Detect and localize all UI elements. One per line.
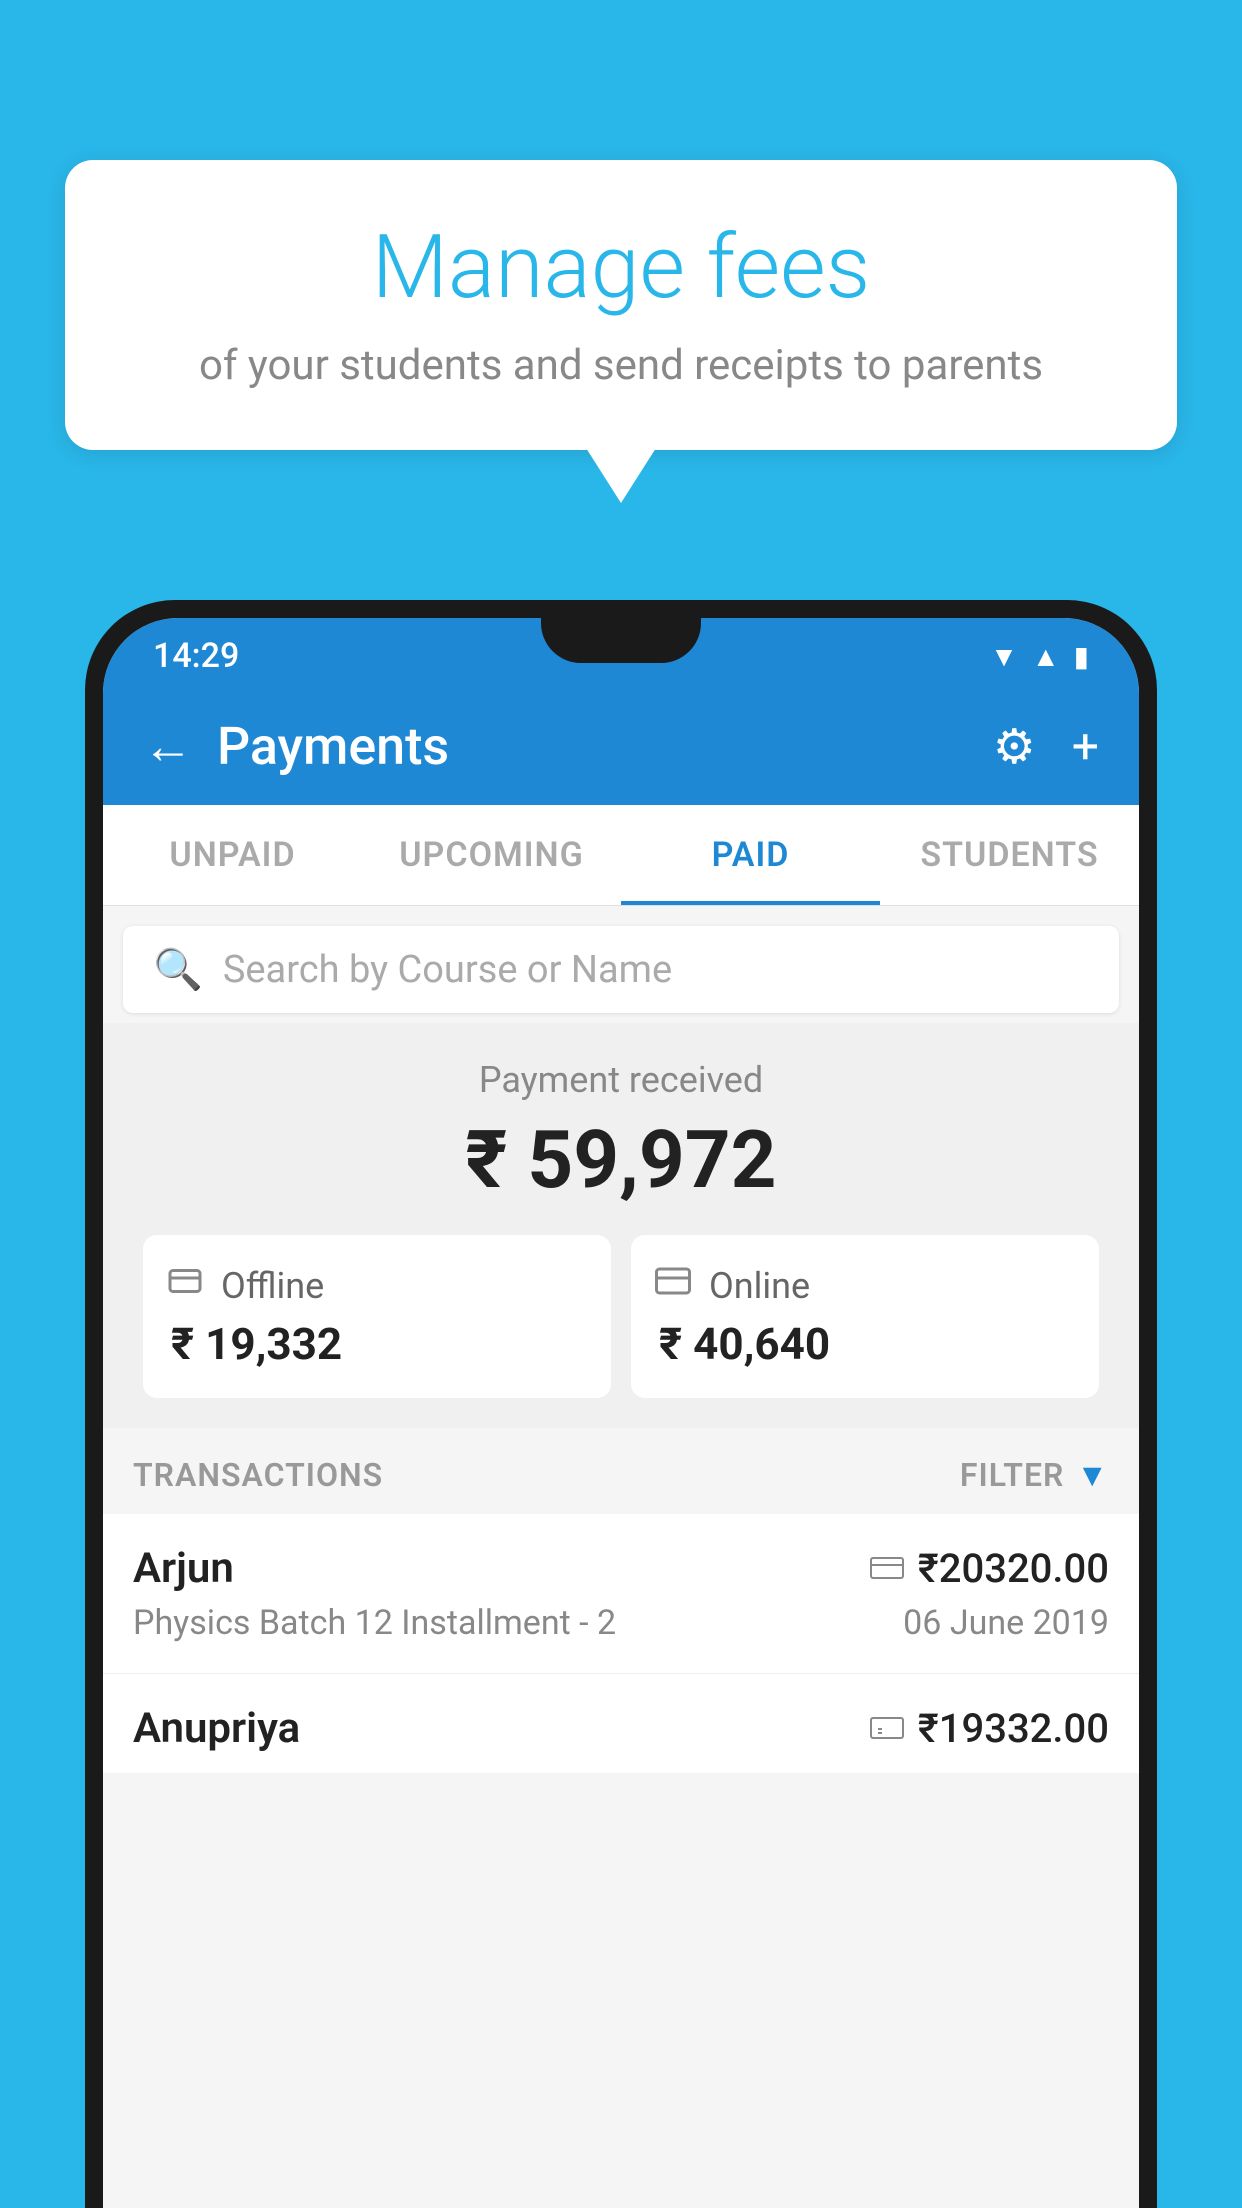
partial-transaction-amount: ₹19332.00 [918, 1705, 1109, 1752]
filter-button[interactable]: FILTER ▼ [960, 1456, 1109, 1494]
search-placeholder-text: Search by Course or Name [223, 948, 672, 992]
payment-summary: Payment received ₹ 59,972 Offline ₹ 19,3… [103, 1023, 1139, 1428]
partial-amount-wrap: ₹19332.00 [870, 1705, 1109, 1752]
online-payment-card: Online ₹ 40,640 [631, 1235, 1099, 1398]
transaction-course: Physics Batch 12 Installment - 2 [133, 1603, 616, 1643]
wifi-icon: ▼ [990, 640, 1018, 673]
tab-upcoming[interactable]: UPCOMING [362, 805, 621, 905]
transaction-payment-icon [870, 1549, 904, 1589]
partial-transaction-name: Anupriya [133, 1704, 300, 1753]
transaction-row[interactable]: Arjun ₹20320.00 Physics Batch 12 Install… [103, 1514, 1139, 1674]
bubble-subtitle: of your students and send receipts to pa… [145, 341, 1097, 390]
transaction-amount: ₹20320.00 [918, 1545, 1109, 1592]
app-bar-left: ← Payments [143, 716, 449, 777]
phone-frame: 14:29 ▼ ▲ ▮ ← Payments ⚙ + UNPAID [85, 600, 1157, 2208]
partial-top: Anupriya ₹19332.00 [133, 1704, 1109, 1753]
speech-bubble-section: Manage fees of your students and send re… [65, 160, 1177, 503]
search-bar[interactable]: 🔍 Search by Course or Name [123, 926, 1119, 1013]
payment-received-label: Payment received [143, 1059, 1099, 1101]
transaction-bottom: Physics Batch 12 Installment - 2 06 June… [133, 1603, 1109, 1643]
online-card-top: Online [655, 1263, 810, 1308]
filter-icon: ▼ [1076, 1456, 1109, 1494]
transaction-amount-wrap: ₹20320.00 [870, 1545, 1109, 1592]
settings-icon[interactable]: ⚙ [993, 718, 1036, 775]
signal-icon: ▲ [1032, 640, 1060, 673]
page-title: Payments [217, 716, 449, 777]
filter-label: FILTER [960, 1456, 1064, 1494]
offline-payment-card: Offline ₹ 19,332 [143, 1235, 611, 1398]
back-button[interactable]: ← [143, 722, 193, 772]
speech-bubble-tail [586, 448, 656, 503]
status-icons: ▼ ▲ ▮ [990, 640, 1089, 673]
add-icon[interactable]: + [1072, 718, 1099, 775]
payment-cards: Offline ₹ 19,332 Online ₹ 4 [143, 1235, 1099, 1398]
status-time: 14:29 [153, 636, 239, 676]
transaction-row-partial[interactable]: Anupriya ₹19332.00 [103, 1674, 1139, 1773]
partial-payment-icon [870, 1709, 904, 1749]
offline-card-top: Offline [167, 1263, 324, 1308]
online-type-label: Online [709, 1265, 810, 1307]
offline-icon [167, 1263, 203, 1308]
app-bar: ← Payments ⚙ + [103, 688, 1139, 805]
tabs-bar: UNPAID UPCOMING PAID STUDENTS [103, 805, 1139, 906]
transaction-top: Arjun ₹20320.00 [133, 1544, 1109, 1593]
tab-students[interactable]: STUDENTS [880, 805, 1139, 905]
phone-screen: 14:29 ▼ ▲ ▮ ← Payments ⚙ + UNPAID [103, 618, 1139, 2208]
transactions-header: TRANSACTIONS FILTER ▼ [103, 1428, 1139, 1514]
online-icon [655, 1263, 691, 1308]
phone-notch [541, 618, 701, 663]
offline-type-label: Offline [221, 1265, 324, 1307]
transaction-name: Arjun [133, 1544, 234, 1593]
speech-bubble: Manage fees of your students and send re… [65, 160, 1177, 450]
bubble-title: Manage fees [145, 220, 1097, 317]
payment-total-amount: ₹ 59,972 [143, 1113, 1099, 1207]
online-amount: ₹ 40,640 [655, 1318, 830, 1370]
app-bar-actions: ⚙ + [993, 718, 1099, 775]
transactions-label: TRANSACTIONS [133, 1456, 383, 1494]
search-icon: 🔍 [153, 946, 203, 993]
tab-unpaid[interactable]: UNPAID [103, 805, 362, 905]
offline-amount: ₹ 19,332 [167, 1318, 342, 1370]
tab-paid[interactable]: PAID [621, 805, 880, 905]
battery-icon: ▮ [1074, 640, 1089, 673]
transaction-date: 06 June 2019 [903, 1603, 1109, 1643]
